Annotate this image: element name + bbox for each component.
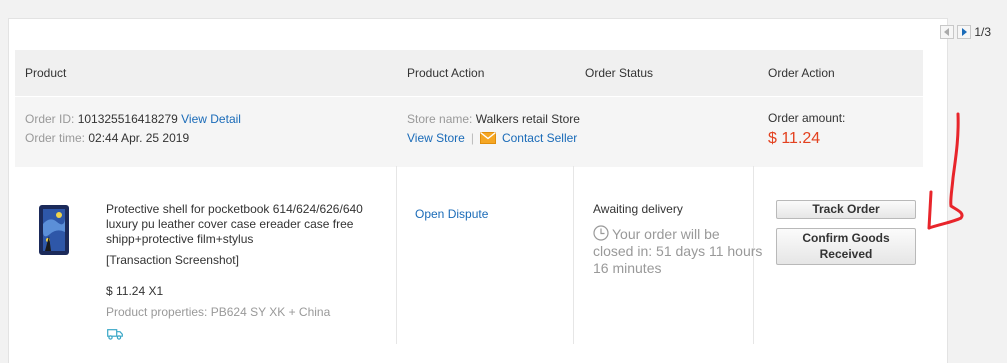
pager-text: 1/3 (974, 25, 991, 39)
truck-icon (107, 329, 123, 340)
order-close-countdown: Your order will be closed in: 51 days 11… (593, 226, 763, 276)
store-name-line: Store name: Walkers retail Store (407, 112, 580, 126)
order-amount-value: $ 11.24 (768, 130, 821, 147)
transaction-screenshot-link[interactable]: [Transaction Screenshot] (106, 253, 239, 267)
header-order-status: Order Status (585, 66, 654, 80)
prev-page-button[interactable] (940, 25, 955, 39)
product-thumbnail[interactable] (35, 204, 73, 256)
view-store-link[interactable]: View Store (407, 131, 465, 145)
red-arrow-annotation (927, 112, 964, 230)
product-properties: Product properties: PB624 SY XK + China (106, 305, 330, 319)
pager: 1/3 (940, 25, 991, 39)
confirm-goods-received-button[interactable]: Confirm Goods Received (776, 228, 916, 265)
store-links: View Store | Contact Seller (407, 131, 577, 145)
order-amount-label: Order amount: (768, 111, 846, 125)
triangle-right-icon (962, 28, 968, 36)
track-order-button[interactable]: Track Order (776, 200, 916, 219)
properties-value: PB624 SY XK + China (210, 305, 331, 319)
view-detail-link[interactable]: View Detail (181, 112, 241, 126)
open-dispute-link[interactable]: Open Dispute (415, 207, 488, 221)
triangle-left-icon (944, 28, 950, 36)
order-time-label: Order time: (25, 131, 86, 145)
order-id-label: Order ID: (25, 112, 75, 126)
order-id-line: Order ID: 101325516418279 View Detail (25, 112, 241, 126)
header-product-action: Product Action (407, 66, 485, 80)
order-status: Awaiting delivery (593, 202, 683, 216)
link-separator: | (470, 131, 474, 145)
next-page-button[interactable] (957, 25, 972, 39)
store-name-label: Store name: (407, 112, 473, 126)
order-item-row: Protective shell for pocketbook 614/624/… (15, 166, 923, 344)
header-order-action: Order Action (768, 66, 835, 80)
product-title[interactable]: Protective shell for pocketbook 614/624/… (106, 202, 388, 247)
envelope-icon (479, 132, 496, 144)
header-product: Product (25, 66, 67, 80)
order-time-value: 02:44 Apr. 25 2019 (88, 131, 190, 145)
product-price-qty: $ 11.24 X1 (106, 284, 164, 298)
column-divider (573, 166, 574, 344)
table-header: Product Product Action Order Status Orde… (15, 50, 923, 96)
order-id-value: 101325516418279 (77, 112, 178, 126)
column-divider (396, 166, 397, 344)
store-name-value: Walkers retail Store (475, 112, 580, 126)
order-info: Order ID: 101325516418279 View Detail Or… (15, 96, 923, 167)
order-time-line: Order time: 02:44 Apr. 25 2019 (25, 131, 189, 145)
contact-seller-link[interactable]: Contact Seller (502, 131, 577, 145)
properties-label: Product properties: (106, 305, 208, 319)
